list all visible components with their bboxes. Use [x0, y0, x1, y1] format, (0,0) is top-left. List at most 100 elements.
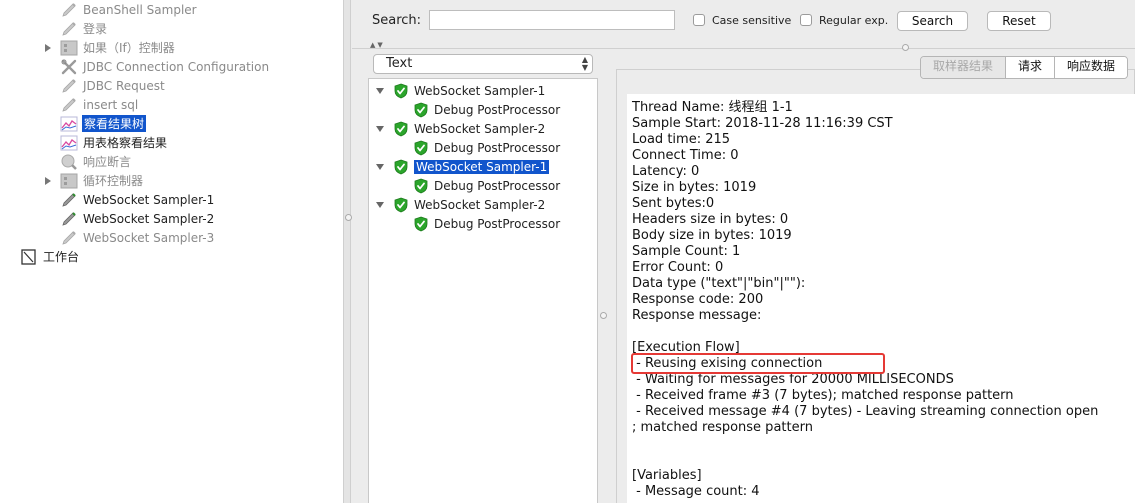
tree-item[interactable]: JDBC Request	[60, 76, 166, 95]
search-label: Search:	[372, 13, 422, 28]
result-item-label: WebSocket Sampler-2	[414, 198, 546, 212]
result-line: - Received message #4 (7 bytes) - Leavin…	[632, 404, 1099, 419]
pencil-icon	[60, 96, 78, 114]
result-tabs: 取样器结果 请求 响应数据	[920, 56, 1129, 79]
tree-item-label: 循环控制器	[83, 174, 144, 188]
result-item-label: WebSocket Sampler-1	[414, 84, 546, 98]
result-line: Sample Count: 1	[632, 244, 741, 259]
controller-icon	[60, 39, 78, 57]
tree-item[interactable]: WebSocket Sampler-3	[60, 228, 215, 247]
shield-check-icon	[392, 120, 410, 138]
tree-item[interactable]: 循环控制器	[60, 171, 144, 190]
tree-item-label: WebSocket Sampler-2	[83, 211, 215, 226]
collapse-arrow-icon[interactable]	[376, 202, 384, 208]
result-item-label: Debug PostProcessor	[434, 103, 561, 117]
tree-item-label: BeanShell Sampler	[83, 2, 197, 17]
shield-check-icon	[392, 158, 410, 176]
tree-item-label: JDBC Connection Configuration	[83, 59, 270, 74]
result-item-label: Debug PostProcessor	[434, 141, 561, 155]
result-line: Sample Start: 2018-11-28 11:16:39 CST	[632, 116, 893, 131]
left-splitter[interactable]	[343, 0, 352, 503]
tree-item[interactable]: 用表格察看结果	[60, 133, 168, 152]
collapse-arrow-icon[interactable]	[376, 126, 384, 132]
workbench-item[interactable]: 工作台	[20, 247, 80, 266]
select-arrows-icon: ▲ ▼	[581, 55, 588, 72]
controller-icon	[60, 172, 78, 190]
tree-item[interactable]: 登录	[60, 19, 108, 38]
collapse-arrow-icon[interactable]	[376, 88, 384, 94]
expand-arrow-icon[interactable]	[45, 177, 51, 185]
middle-splitter[interactable]	[598, 78, 610, 503]
tree-item-label: 察看结果树	[82, 115, 147, 132]
tree-item-label: 如果（If）控制器	[83, 41, 175, 55]
tree-item-label: JDBC Request	[83, 78, 165, 93]
result-item[interactable]: WebSocket Sampler-2	[392, 120, 545, 138]
tree-item-label: WebSocket Sampler-1	[83, 192, 215, 207]
tree-item-label: WebSocket Sampler-3	[83, 230, 215, 245]
regex-label: Regular exp.	[819, 14, 889, 27]
tree-item-label: 响应断言	[83, 155, 132, 169]
result-item-label: WebSocket Sampler-2	[414, 122, 546, 136]
tab-2[interactable]: 响应数据	[1055, 57, 1128, 78]
result-line: Sent bytes:0	[632, 196, 715, 211]
result-line: - Message count: 4	[632, 484, 760, 499]
result-line: - Waiting for messages for 20000 MILLISE…	[632, 372, 954, 387]
result-item[interactable]: Debug PostProcessor	[412, 101, 560, 119]
shield-check-icon	[412, 101, 430, 119]
chart-icon	[60, 115, 78, 133]
result-line	[632, 324, 1098, 340]
reset-button[interactable]: Reset	[987, 11, 1051, 31]
tree-item[interactable]: insert sql	[60, 95, 139, 114]
search-input[interactable]	[429, 10, 675, 30]
case-sensitive-label: Case sensitive	[712, 14, 792, 27]
result-line	[632, 436, 1098, 452]
workbench-label: 工作台	[43, 250, 80, 264]
sampler-result-text[interactable]: Thread Name: 线程组 1-1 Sample Start: 2018-1…	[632, 100, 1098, 500]
renderer-select[interactable]: Text ▲ ▼	[373, 54, 593, 74]
pencil-icon	[60, 1, 78, 19]
result-line: Data type ("text"|"bin"|""):	[632, 276, 810, 291]
result-item[interactable]: WebSocket Sampler-1	[392, 158, 550, 176]
regex-checkbox[interactable]	[800, 14, 812, 26]
result-line: Thread Name: 线程组 1-1	[632, 100, 793, 115]
result-line: [Variables]	[632, 468, 702, 483]
pencil-icon	[60, 210, 78, 228]
shield-check-icon	[412, 177, 430, 195]
result-item[interactable]: WebSocket Sampler-1	[392, 82, 545, 100]
expand-arrow-icon[interactable]	[45, 44, 51, 52]
tree-item[interactable]: 如果（If）控制器	[60, 38, 176, 57]
shield-check-icon	[392, 196, 410, 214]
tree-item[interactable]: WebSocket Sampler-1	[60, 190, 215, 209]
splitter-grip-icon	[600, 312, 607, 319]
result-item[interactable]: WebSocket Sampler-2	[392, 196, 545, 214]
highlight-annotation-box	[631, 353, 885, 374]
shield-check-icon	[392, 82, 410, 100]
tree-item[interactable]: BeanShell Sampler	[60, 0, 198, 19]
collapse-arrow-icon[interactable]	[376, 164, 384, 170]
result-line: Load time: 215	[632, 132, 731, 147]
tree-item[interactable]: 察看结果树	[60, 114, 147, 133]
horizontal-splitter[interactable]	[352, 44, 1135, 51]
tree-item[interactable]: JDBC Connection Configuration	[60, 57, 270, 76]
tree-item[interactable]: 响应断言	[60, 152, 132, 171]
result-item[interactable]: Debug PostProcessor	[412, 177, 560, 195]
result-item-label: Debug PostProcessor	[434, 217, 561, 231]
pencil-icon	[60, 20, 78, 38]
workbench-icon	[20, 248, 38, 266]
result-line: Response code: 200	[632, 292, 764, 307]
tree-item-label: insert sql	[83, 97, 139, 112]
pencil-icon	[60, 191, 78, 209]
case-sensitive-checkbox[interactable]	[693, 14, 705, 26]
tab-0[interactable]: 取样器结果	[921, 57, 1007, 78]
result-line: Connect Time: 0	[632, 148, 739, 163]
result-line: - Received frame #3 (7 bytes); matched r…	[632, 388, 1014, 403]
result-item[interactable]: Debug PostProcessor	[412, 139, 560, 157]
shield-check-icon	[412, 139, 430, 157]
tree-item[interactable]: WebSocket Sampler-2	[60, 209, 215, 228]
result-item[interactable]: Debug PostProcessor	[412, 215, 560, 233]
result-line: Body size in bytes: 1019	[632, 228, 792, 243]
tab-1[interactable]: 请求	[1006, 57, 1056, 78]
magnifier-icon	[60, 153, 78, 171]
search-button[interactable]: Search	[897, 11, 968, 31]
result-item-label: Debug PostProcessor	[434, 179, 561, 193]
